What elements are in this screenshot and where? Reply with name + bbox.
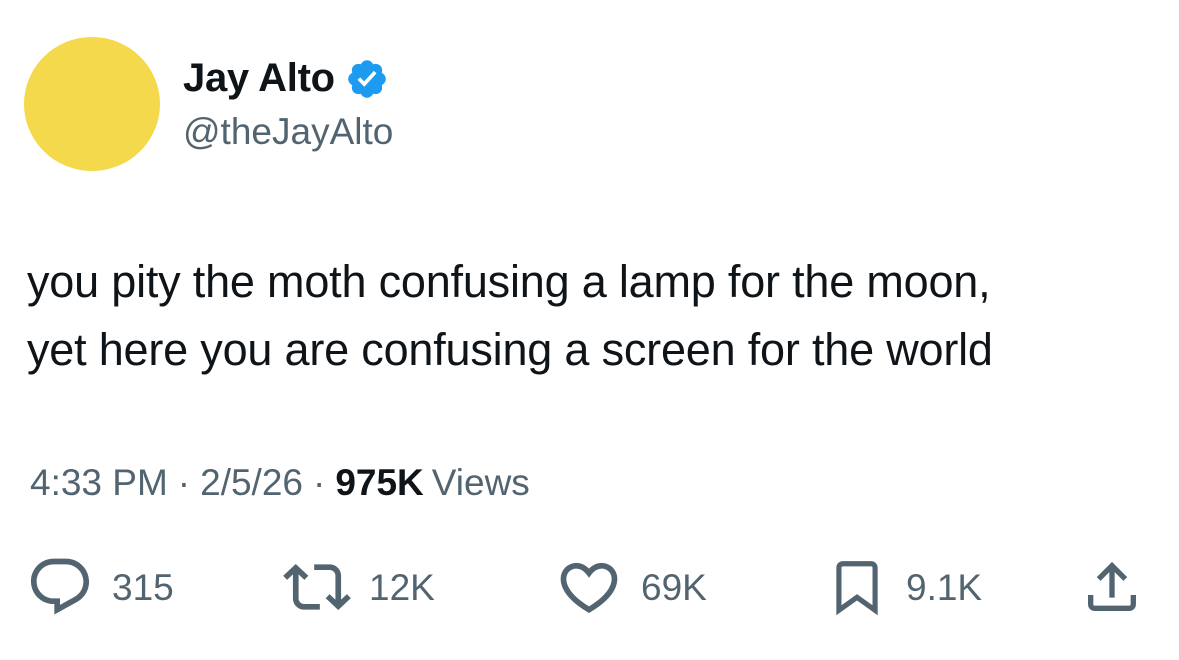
share-icon [1088, 561, 1136, 611]
author-name-row: Jay Alto [183, 52, 389, 104]
tweet-date[interactable]: 2/5/26 [200, 462, 303, 504]
author-name[interactable]: Jay Alto [183, 58, 335, 98]
retweet-icon [283, 563, 351, 611]
retweet-count: 12K [369, 566, 435, 608]
tweet-text: you pity the moth confusing a lamp for t… [27, 248, 1157, 384]
meta-separator: · [177, 462, 191, 503]
share-button[interactable] [1080, 552, 1144, 622]
like-button[interactable]: 69K [555, 552, 707, 622]
action-bar: 315 12K 69K 9.1K [0, 552, 1179, 622]
bookmark-count: 9.1K [906, 566, 983, 608]
retweet-button[interactable]: 12K [283, 552, 435, 622]
bookmark-icon [836, 561, 878, 616]
reply-icon [30, 558, 90, 615]
reply-button[interactable]: 315 [26, 552, 174, 622]
heart-icon [560, 562, 618, 613]
tweet-time[interactable]: 4:33 PM [30, 462, 168, 504]
views-count: 975K [335, 462, 424, 503]
reply-count: 315 [112, 566, 174, 608]
bookmark-button[interactable]: 9.1K [826, 552, 982, 622]
author-handle[interactable]: @theJayAlto [183, 110, 393, 154]
tweet-text-line: you pity the moth confusing a lamp for t… [27, 256, 991, 307]
tweet-meta: 4:33 PM · 2/5/26 · 975K Views [30, 462, 530, 504]
tweet-text-line: yet here you are confusing a screen for … [27, 324, 993, 375]
like-count: 69K [641, 566, 707, 608]
avatar[interactable] [24, 37, 160, 171]
verified-badge-icon[interactable] [345, 57, 389, 101]
views-label: Views [431, 462, 530, 503]
tweet-card: Jay Alto @theJayAlto you pity the moth c… [0, 0, 1179, 660]
meta-separator: · [313, 462, 326, 503]
